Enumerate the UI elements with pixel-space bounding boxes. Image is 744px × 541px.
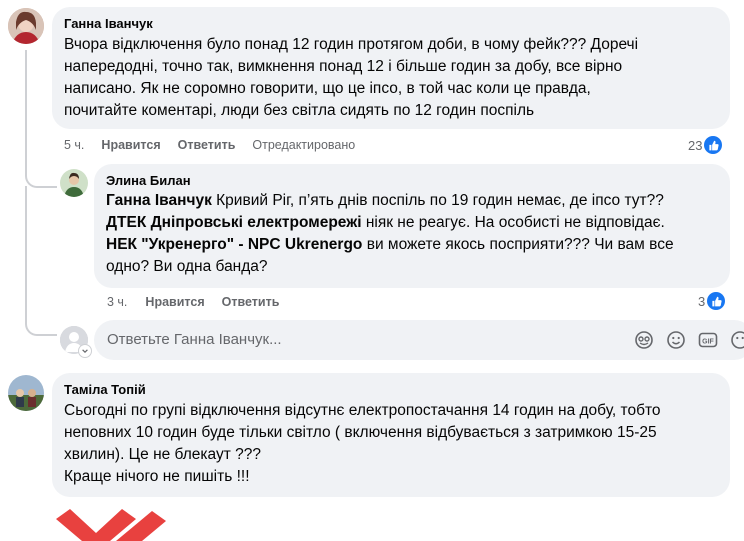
gif-icon[interactable]: GIF [698, 330, 718, 355]
comment-line: Краще нічого не пишіть !!! [64, 468, 250, 485]
comment-actions: 5 ч. Нравится Ответить Отредактировано [64, 138, 372, 152]
avatar-dropdown-icon[interactable] [78, 344, 92, 358]
reaction-count: 23 [688, 137, 703, 153]
reaction-summary[interactable]: 3 [698, 292, 726, 310]
thread-line [25, 186, 27, 320]
comment-line: почитайте коментарі, люди без світла сид… [64, 102, 535, 119]
comment-text: Сьогодні по групі відключення відсутнє е… [64, 400, 718, 488]
comment-line: хвилин). Це не блекаут ??? [64, 446, 261, 463]
reply-text: Ганна Іванчук Кривий Ріг, п’ять днів пос… [106, 190, 718, 278]
comment-bubble-ganna: Ганна Іванчук Вчора відключення було пон… [52, 7, 730, 129]
reply-line: Ганна Іванчук Кривий Ріг, п’ять днів пос… [106, 190, 718, 212]
avatar-tamila-image [8, 375, 44, 411]
reply-author[interactable]: Элина Билан [106, 173, 718, 188]
svg-text:GIF: GIF [702, 338, 714, 345]
avatar-elina-image [60, 169, 88, 197]
reply-text-segment: ви можете якось посприяти??? Чи вам все [362, 236, 674, 253]
reply-bubble-elina: Элина Билан Ганна Іванчук Кривий Ріг, п’… [94, 164, 730, 288]
reply-button[interactable]: Ответить [178, 138, 236, 152]
reply-text-segment: Кривий Ріг, п’ять днів поспіль по 19 год… [211, 192, 664, 209]
mention-link[interactable]: ДТЕК Дніпровські електромережі [106, 214, 362, 231]
like-reaction-icon [704, 136, 723, 154]
edited-label: Отредактировано [252, 138, 356, 152]
comment-line: Вчора відключення було понад 12 годин пр… [64, 36, 639, 53]
comment-line: напередодні, точно так, вимкнення понад … [64, 58, 623, 75]
reply-button[interactable]: Ответить [222, 295, 280, 309]
thread-connector [25, 170, 57, 188]
emoji-icon[interactable] [666, 330, 686, 355]
reaction-count: 3 [698, 293, 706, 309]
avatar-sticker-icon[interactable] [634, 330, 654, 355]
avatar-ganna[interactable] [8, 8, 44, 44]
avatar-elina[interactable] [60, 169, 88, 197]
comment-text: Вчора відключення було понад 12 годин пр… [64, 34, 718, 122]
mention-link[interactable]: НЕК "Укренерго" - NPC Ukrenergo [106, 236, 362, 253]
comment-line: Сьогодні по групі відключення відсутнє е… [64, 402, 661, 419]
angry-reaction-partial [56, 507, 168, 541]
reply-time[interactable]: 3 ч. [107, 295, 127, 309]
reply-input[interactable]: Ответьте Ганна Іванчук... GIF [94, 320, 744, 360]
mention-link[interactable]: Ганна Іванчук [106, 192, 212, 209]
reaction-summary[interactable]: 23 [688, 136, 723, 154]
sticker-icon[interactable] [730, 330, 744, 355]
thread-line [25, 50, 27, 175]
like-button[interactable]: Нравится [101, 138, 160, 152]
reply-line: НЕК "Укренерго" - NPC Ukrenergo ви может… [106, 234, 718, 256]
like-reaction-icon [707, 292, 726, 310]
reply-line: одно? Ви одна банда? [106, 258, 268, 275]
reply-actions: 3 ч. Нравится Ответить [107, 295, 296, 309]
comment-author[interactable]: Таміла Топій [64, 382, 718, 397]
avatar-tamila[interactable] [8, 375, 44, 411]
comment-line: неповних 10 годин буде тільки світло ( в… [64, 424, 657, 441]
avatar-ganna-image [8, 8, 44, 44]
comment-line: написано. Як не соромно говорити, що це … [64, 80, 591, 97]
comment-author[interactable]: Ганна Іванчук [64, 16, 718, 31]
thread-connector [25, 318, 57, 336]
reply-input-placeholder: Ответьте Ганна Іванчук... [107, 331, 282, 348]
reply-text-segment: ніяк не реагує. На особисті не відповіда… [361, 214, 665, 231]
like-button[interactable]: Нравится [145, 295, 204, 309]
reply-line: ДТЕК Дніпровські електромережі ніяк не р… [106, 212, 718, 234]
comment-bubble-tamila: Таміла Топій Сьогодні по групі відключен… [52, 373, 730, 497]
comment-time[interactable]: 5 ч. [64, 138, 84, 152]
